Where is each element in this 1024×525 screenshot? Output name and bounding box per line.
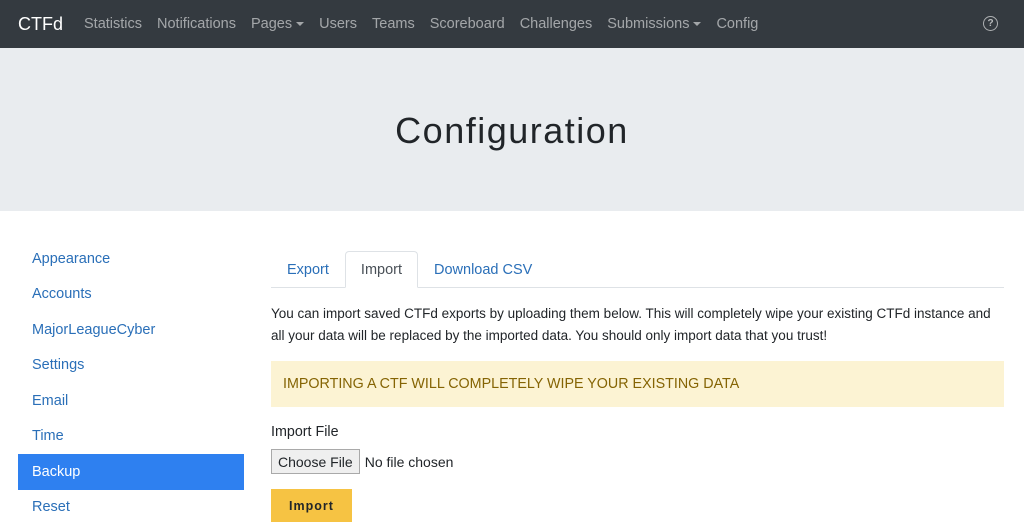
file-input[interactable]: Choose File No file chosen: [271, 449, 1004, 474]
sidebar-item-settings[interactable]: Settings: [18, 348, 244, 384]
backup-tabs: Export Import Download CSV: [271, 251, 1004, 288]
tab-export[interactable]: Export: [271, 251, 345, 288]
import-file-label: Import File: [271, 424, 339, 440]
import-button[interactable]: Import: [271, 489, 352, 522]
nav-submissions-dropdown[interactable]: Submissions: [607, 16, 702, 32]
nav-label: Challenges: [519, 16, 593, 32]
file-status: No file chosen: [364, 453, 454, 470]
caret-down-icon: [296, 22, 305, 26]
caret-down-icon: [693, 22, 702, 26]
question-circle-icon[interactable]: ?: [983, 16, 998, 31]
nav-notifications[interactable]: Notifications: [157, 16, 236, 32]
nav-label: Statistics: [84, 16, 143, 32]
import-description: You can import saved CTFd exports by upl…: [271, 306, 991, 343]
nav-config[interactable]: Config: [716, 16, 758, 32]
brand-logo[interactable]: CTFd: [18, 14, 63, 35]
config-sidebar: Appearance Accounts MajorLeagueCyber Set…: [18, 241, 244, 525]
nav-label: Scoreboard: [429, 16, 505, 32]
nav-label: Users: [319, 16, 357, 32]
nav-pages-dropdown[interactable]: Pages: [251, 16, 305, 32]
tab-import[interactable]: Import: [344, 251, 419, 288]
main-container: Appearance Accounts MajorLeagueCyber Set…: [0, 211, 1024, 525]
sidebar-item-time[interactable]: Time: [18, 419, 244, 455]
nav-label: Notifications: [157, 16, 236, 32]
page-header: Configuration: [0, 48, 1024, 211]
nav-scoreboard[interactable]: Scoreboard: [430, 16, 505, 32]
choose-file-button[interactable]: Choose File: [271, 449, 360, 474]
sidebar-item-accounts[interactable]: Accounts: [18, 277, 244, 313]
nav-label: Pages: [251, 16, 293, 32]
sidebar-item-reset[interactable]: Reset: [18, 490, 244, 525]
nav-challenges[interactable]: Challenges: [520, 16, 593, 32]
nav-statistics[interactable]: Statistics: [84, 16, 142, 32]
backup-content: Export Import Download CSV You can impor…: [271, 241, 1004, 525]
page-title: Configuration: [395, 109, 629, 151]
nav-teams[interactable]: Teams: [372, 16, 415, 32]
nav-label: Submissions: [607, 16, 690, 32]
tab-download-csv[interactable]: Download CSV: [418, 251, 548, 288]
top-navbar: CTFd Statistics Notifications Pages User…: [0, 0, 1024, 48]
sidebar-item-majorleaguecyber[interactable]: MajorLeagueCyber: [18, 312, 244, 348]
sidebar-item-email[interactable]: Email: [18, 383, 244, 419]
nav-users[interactable]: Users: [319, 16, 357, 32]
sidebar-item-backup[interactable]: Backup: [18, 454, 244, 490]
nav-label: Config: [716, 16, 759, 32]
sidebar-item-appearance[interactable]: Appearance: [18, 241, 244, 277]
warning-alert: IMPORTING A CTF WILL COMPLETELY WIPE YOU…: [271, 361, 1004, 407]
nav-label: Teams: [372, 16, 415, 32]
